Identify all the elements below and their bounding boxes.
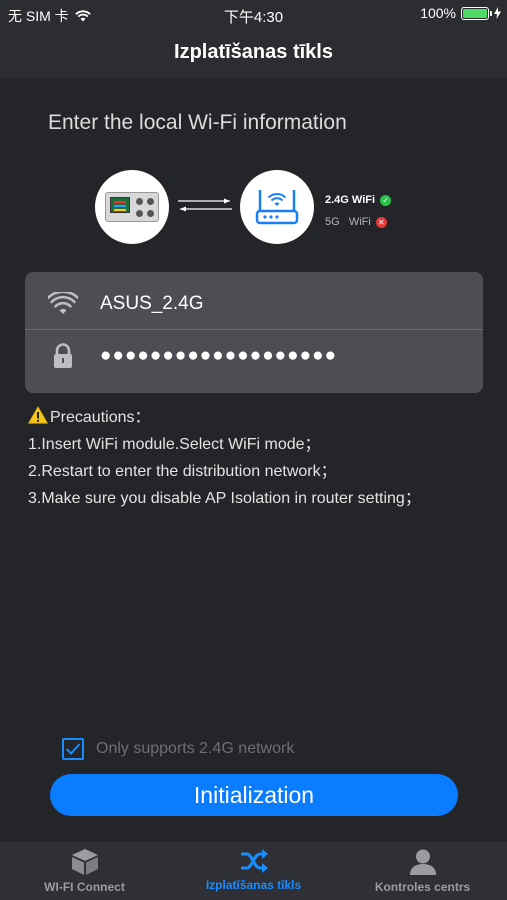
router-icon [255, 190, 299, 225]
warning-icon [28, 406, 48, 424]
battery-percent: 100% [420, 5, 456, 21]
tab-bar: WI-FI Connect Izplatīšanas tīkls Kontrol… [0, 842, 507, 900]
precaution-item: 2.Restart to enter the distribution netw… [28, 463, 337, 480]
precautions-title: Precautions： [50, 409, 151, 426]
wifi-band-status: 2.4G WiFi ✓ 5G WiFi ✕ [325, 189, 392, 233]
band-restriction-checkbox[interactable] [62, 738, 84, 760]
cross-icon: ✕ [375, 216, 387, 228]
battery-fill [463, 8, 487, 18]
status-bar: 无 SIM 卡 下午4:30 100% [0, 0, 507, 30]
charging-icon [494, 7, 501, 19]
tab-label: Izplatīšanas tīkls [205, 878, 302, 892]
tab-distribution-network[interactable]: Izplatīšanas tīkls [169, 842, 338, 900]
page-title: Izplatīšanas tīkls [0, 30, 507, 78]
checkmark-icon [65, 743, 81, 755]
lock-icon [25, 343, 100, 369]
wifi-icon [25, 292, 100, 316]
user-icon [409, 849, 436, 875]
instruction-heading: Enter the local Wi-Fi information [48, 111, 347, 134]
ssid-value: ASUS_2.4G [100, 293, 204, 314]
band-5-label: 5G WiFi [325, 216, 371, 228]
router-image [240, 170, 314, 244]
precaution-item: 1.Insert WiFi module.Select WiFi mode； [28, 436, 321, 453]
initialization-button[interactable]: Initialization [50, 774, 458, 816]
cube-icon [71, 849, 98, 875]
power-supply-icon [105, 192, 159, 222]
precautions-section: Precautions： 1.Insert WiFi module.Select… [28, 404, 421, 512]
ssid-field[interactable]: ASUS_2.4G [25, 278, 483, 330]
battery-icon [461, 6, 492, 20]
band-24-label: 2.4G WiFi [325, 194, 376, 206]
tab-label: Kontroles centrs [374, 880, 471, 894]
precautions-title-row: Precautions： [28, 404, 421, 431]
tab-control-center[interactable]: Kontroles centrs [338, 842, 507, 900]
band-5-row: 5G WiFi ✕ [325, 211, 391, 233]
precaution-item: 3.Make sure you disable AP Isolation in … [28, 490, 421, 507]
shuffle-icon [240, 849, 268, 873]
password-field[interactable]: ●●●●●●●●●●●●●●●●●●● [25, 330, 483, 382]
power-supply-image [95, 170, 169, 244]
check-icon: ✓ [380, 194, 392, 206]
band-24-row: 2.4G WiFi ✓ [325, 189, 392, 211]
checkbox-label: Only supports 2.4G network [96, 740, 295, 757]
wifi-form-card: ASUS_2.4G ●●●●●●●●●●●●●●●●●●● [25, 272, 483, 393]
bidirectional-arrows-icon [178, 198, 232, 212]
band-restriction-checkbox-row[interactable]: Only supports 2.4G network [62, 738, 294, 760]
status-right: 100% [420, 5, 501, 21]
tab-wifi-connect[interactable]: WI-FI Connect [0, 842, 169, 900]
password-value: ●●●●●●●●●●●●●●●●●●● [100, 345, 338, 366]
tab-label: WI-FI Connect [44, 880, 125, 894]
